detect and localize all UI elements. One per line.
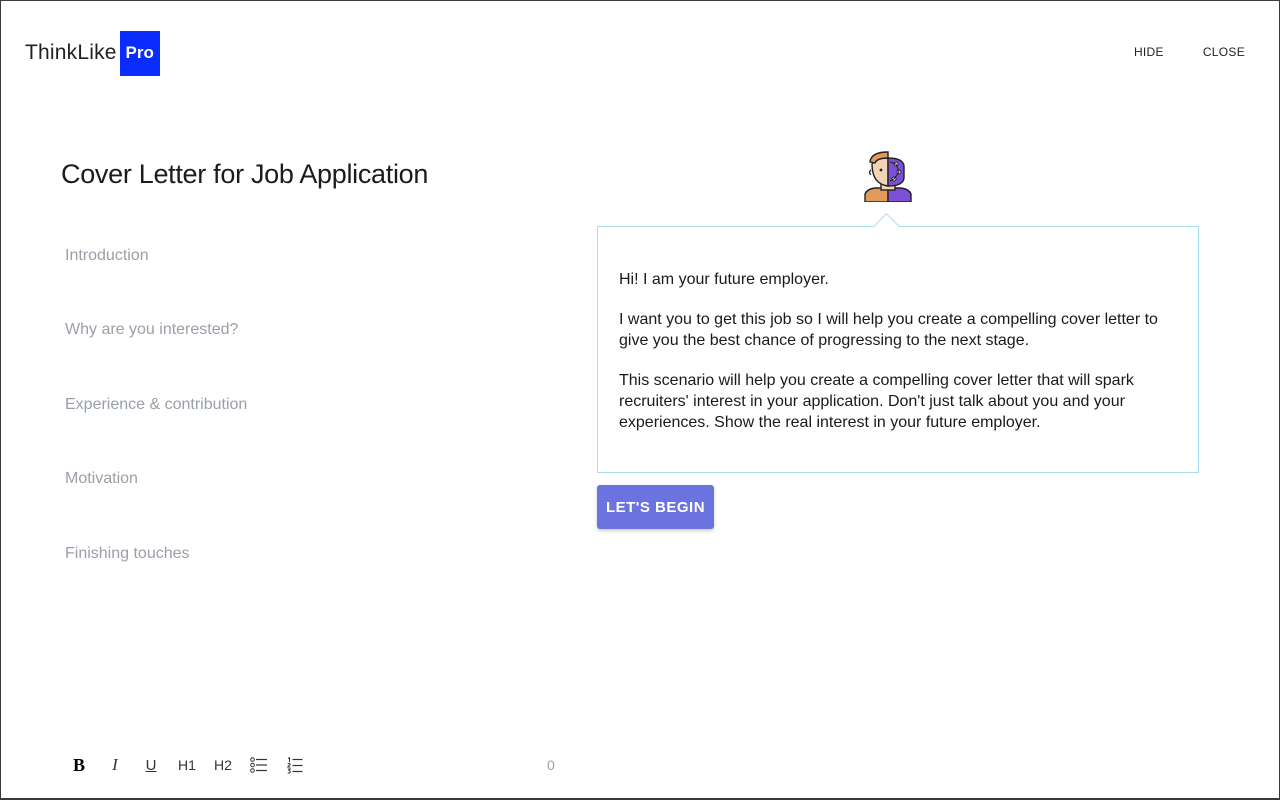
section-item-motivation[interactable]: Motivation	[65, 470, 247, 544]
bold-button[interactable]: B	[61, 753, 97, 777]
app-window: ThinkLike Pro HIDE CLOSE Cover Letter fo…	[0, 0, 1280, 800]
assistant-message: I want you to get this job so I will hel…	[619, 311, 1158, 349]
assistant-message: This scenario will help you create a com…	[619, 372, 1134, 431]
section-item-why-interested[interactable]: Why are you interested?	[65, 321, 247, 395]
numbered-list-icon	[287, 756, 303, 774]
section-item-experience[interactable]: Experience & contribution	[65, 396, 247, 470]
heading-2-button[interactable]: H2	[205, 753, 241, 777]
section-item-finishing-touches[interactable]: Finishing touches	[65, 545, 247, 619]
logo-text: ThinkLike	[25, 41, 117, 64]
logo: ThinkLike Pro	[25, 30, 160, 76]
hide-button[interactable]: HIDE	[1134, 45, 1164, 59]
top-actions: HIDE CLOSE	[1134, 45, 1245, 59]
formatting-toolbar: B I U H1 H2	[61, 753, 313, 777]
page-title: Cover Letter for Job Application	[61, 159, 429, 189]
lets-begin-button[interactable]: LET'S BEGIN	[597, 485, 714, 529]
section-item-introduction[interactable]: Introduction	[65, 247, 247, 321]
bullet-list-button[interactable]	[241, 753, 277, 777]
underline-button[interactable]: U	[133, 753, 169, 777]
bullet-list-icon	[250, 757, 267, 773]
heading-1-button[interactable]: H1	[169, 753, 205, 777]
word-count: 0	[547, 757, 555, 773]
robot-person-avatar-icon	[864, 151, 912, 202]
close-button[interactable]: CLOSE	[1203, 45, 1245, 59]
numbered-list-button[interactable]	[277, 753, 313, 777]
section-list: Introduction Why are you interested? Exp…	[65, 247, 247, 619]
assistant-message: Hi! I am your future employer.	[619, 271, 829, 288]
italic-button[interactable]: I	[97, 753, 133, 777]
logo-badge: Pro	[119, 30, 160, 76]
assistant-message-bubble: Hi! I am your future employer. I want yo…	[597, 226, 1199, 473]
